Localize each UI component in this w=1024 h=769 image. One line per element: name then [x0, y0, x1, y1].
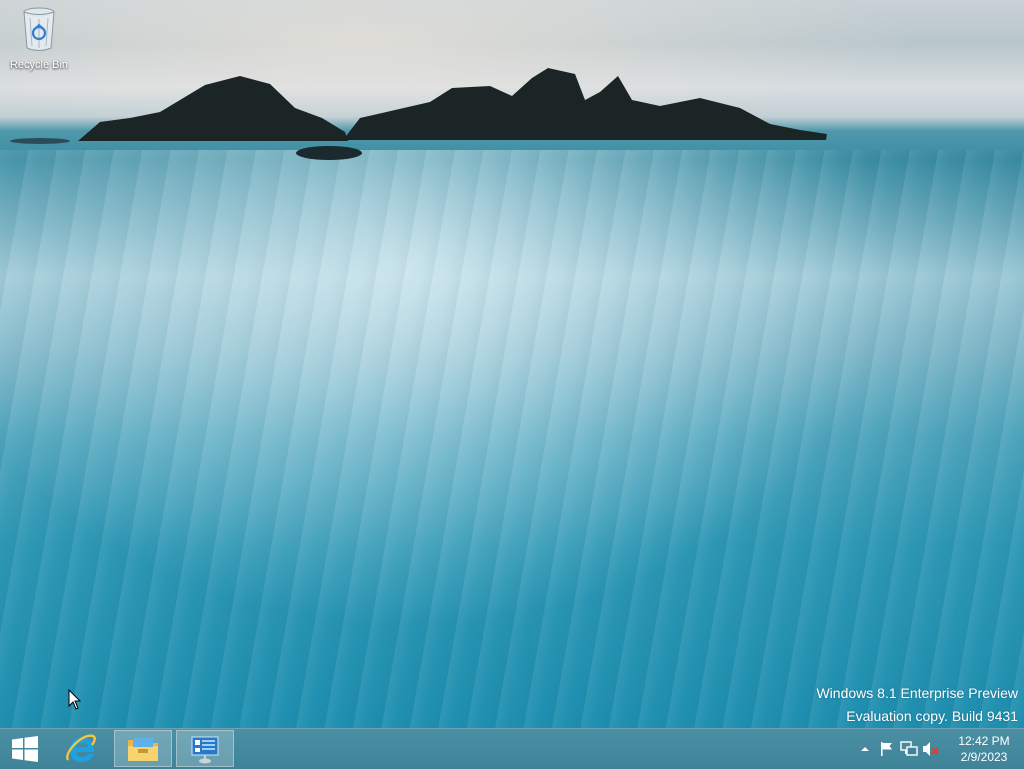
- recycle-bin-icon: [23, 7, 55, 51]
- rock-silhouettes: [10, 68, 827, 160]
- system-tray: 12:42 PM 2/9/2023: [854, 729, 1024, 769]
- watermark-build: Evaluation copy. Build 9431: [846, 708, 1018, 724]
- taskbar-server-manager[interactable]: [176, 730, 234, 767]
- internet-explorer-icon: [66, 734, 96, 762]
- show-hidden-icons-button[interactable]: [854, 729, 876, 769]
- watermark-edition: Windows 8.1 Enterprise Preview: [816, 685, 1018, 701]
- taskbar-file-explorer[interactable]: [114, 730, 172, 767]
- network-button[interactable]: [898, 729, 920, 769]
- recycle-bin-label: Recycle Bin: [9, 59, 69, 71]
- mouse-pointer-icon: [68, 689, 82, 710]
- recycle-bin-desktop-icon[interactable]: Recycle Bin: [4, 6, 74, 71]
- start-button[interactable]: [0, 729, 50, 769]
- taskbar-clock[interactable]: 12:42 PM 2/9/2023: [948, 733, 1020, 765]
- show-hidden-icons-arrow-icon: [861, 747, 869, 751]
- water-streaks: [0, 150, 1024, 728]
- clock-date: 2/9/2023: [960, 750, 1008, 764]
- desktop[interactable]: Recycle Bin Windows 8.1 Enterprise Previ…: [0, 0, 1024, 728]
- clock-time: 12:42 PM: [958, 734, 1010, 748]
- volume-button[interactable]: [920, 729, 942, 769]
- action-center-flag-icon: [881, 742, 892, 756]
- volume-muted-icon: [923, 742, 939, 756]
- network-icon: [900, 741, 918, 756]
- taskbar-internet-explorer[interactable]: [52, 730, 110, 767]
- file-explorer-icon: [128, 737, 158, 761]
- server-manager-icon: [191, 736, 219, 763]
- windows-watermark: Windows 8.1 Enterprise Preview Evaluatio…: [816, 682, 1018, 728]
- taskbar: 12:42 PM 2/9/2023: [0, 728, 1024, 769]
- windows-logo-icon: [12, 736, 38, 762]
- action-center-button[interactable]: [876, 729, 898, 769]
